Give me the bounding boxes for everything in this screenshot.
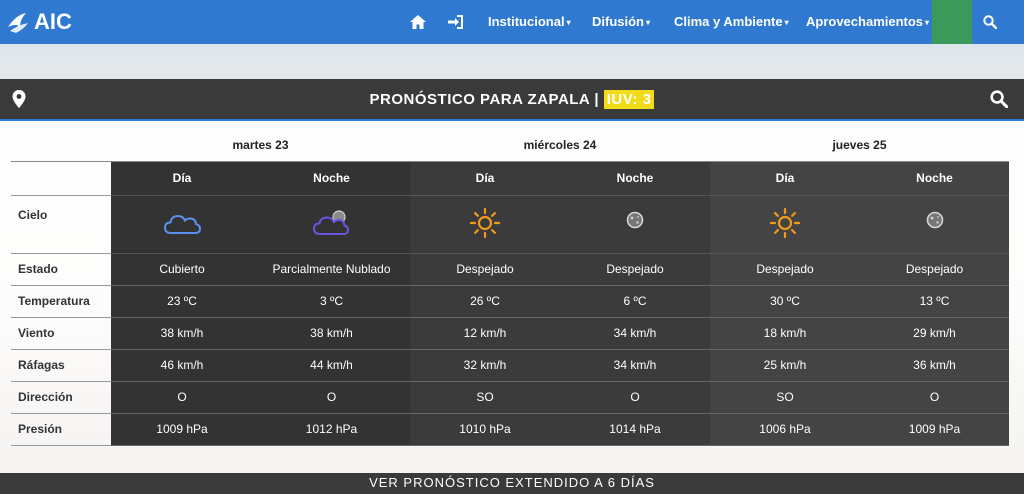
temperatura-cell: 6 ºC (560, 285, 710, 318)
temperatura-cell: 13 ºC (860, 285, 1009, 318)
direccion-cell: O (111, 381, 253, 414)
period-header: Día (111, 161, 253, 196)
viento-cell: 29 km/h (860, 317, 1009, 350)
viento-cell: 12 km/h (410, 317, 560, 350)
presion-cell: 1009 hPa (860, 413, 1009, 446)
temperatura-cell: 3 ºC (253, 285, 410, 318)
row-label-viento: Viento (11, 317, 111, 350)
forecast-table: martes 23 miércoles 24 jueves 25 Día Noc… (11, 129, 1009, 446)
row-label-temperatura: Temperatura (11, 285, 111, 318)
period-header: Día (710, 161, 860, 196)
viento-cell: 18 km/h (710, 317, 860, 350)
presion-cell: 1010 hPa (410, 413, 560, 446)
chevron-down-icon: ▾ (646, 18, 651, 27)
rafagas-cell: 32 km/h (410, 349, 560, 382)
direccion-cell: O (560, 381, 710, 414)
rafagas-cell: 34 km/h (560, 349, 710, 382)
uv-index-badge: IUV: 3 (603, 90, 655, 109)
temperatura-cell: 23 ºC (111, 285, 253, 318)
row-label-rafagas: Ráfagas (11, 349, 111, 382)
top-navbar: AIC Institucional ▾ Difusión ▾ Clima y Amb… (0, 0, 1024, 44)
row-label-presion: Presión (11, 413, 111, 446)
sky-cell (410, 195, 560, 254)
clear-night-icon (926, 211, 943, 228)
sky-cell (860, 195, 1009, 254)
row-label-estado: Estado (11, 253, 111, 286)
period-header: Noche (860, 161, 1009, 196)
estado-cell: Despejado (710, 253, 860, 286)
rafagas-cell: 36 km/h (860, 349, 1009, 382)
search-icon[interactable] (980, 12, 1000, 32)
home-icon[interactable] (408, 12, 428, 32)
direccion-cell: SO (410, 381, 560, 414)
estado-cell: Despejado (860, 253, 1009, 286)
forecast-title-text: PRONÓSTICO PARA ZAPALA | (369, 91, 600, 108)
partly-cloudy-night-icon (312, 209, 349, 235)
direccion-cell: SO (710, 381, 860, 414)
forecast-header: PRONÓSTICO PARA ZAPALA | IUV: 3 (0, 79, 1024, 121)
presion-cell: 1006 hPa (710, 413, 860, 446)
chevron-down-icon: ▾ (566, 18, 571, 27)
extended-forecast-link[interactable]: VER PRONÓSTICO EXTENDIDO A 6 DÍAS (0, 473, 1024, 494)
row-label-cielo: Cielo (11, 195, 111, 254)
estado-cell: Despejado (410, 253, 560, 286)
rafagas-cell: 46 km/h (111, 349, 253, 382)
estado-cell: Parcialmente Nublado (253, 253, 410, 286)
nav-institucional[interactable]: Institucional ▾ (488, 0, 571, 44)
nav-clima-ambiente[interactable]: Clima y Ambiente ▾ (674, 0, 789, 44)
nav-difusion[interactable]: Difusión ▾ (592, 0, 650, 44)
period-header: Día (410, 161, 560, 196)
sky-cell (111, 195, 253, 254)
chevron-down-icon: ▾ (925, 18, 930, 27)
period-header: Noche (560, 161, 710, 196)
day-header: martes 23 (111, 129, 410, 162)
sun-icon (469, 207, 501, 238)
day-header: jueves 25 (710, 129, 1009, 162)
estado-cell: Despejado (560, 253, 710, 286)
direccion-cell: O (253, 381, 410, 414)
nav-accent-button[interactable] (932, 0, 972, 44)
presion-cell: 1014 hPa (560, 413, 710, 446)
sky-cell (710, 195, 860, 254)
cloudy-icon (163, 214, 202, 234)
presion-cell: 1012 hPa (253, 413, 410, 446)
forecast-body: martes 23 miércoles 24 jueves 25 Día Noc… (0, 121, 1024, 473)
viento-cell: 38 km/h (253, 317, 410, 350)
login-icon[interactable] (446, 12, 466, 32)
sky-cell (560, 195, 710, 254)
rafagas-cell: 25 km/h (710, 349, 860, 382)
temperatura-cell: 30 ºC (710, 285, 860, 318)
empty-label (11, 161, 111, 196)
sky-cell (253, 195, 410, 254)
sun-icon (769, 207, 801, 238)
clear-night-icon (626, 211, 644, 228)
viento-cell: 34 km/h (560, 317, 710, 350)
forecast-panel: PRONÓSTICO PARA ZAPALA | IUV: 3 martes 2… (0, 79, 1024, 494)
aic-logo[interactable]: AIC (6, 6, 72, 38)
direccion-cell: O (860, 381, 1009, 414)
nav-aprovechamientos[interactable]: Aprovechamientos ▾ (806, 0, 929, 44)
presion-cell: 1009 hPa (111, 413, 253, 446)
period-header: Noche (253, 161, 410, 196)
day-header: miércoles 24 (410, 129, 710, 162)
forecast-title: PRONÓSTICO PARA ZAPALA | IUV: 3 (0, 79, 1024, 121)
chevron-down-icon: ▾ (784, 18, 789, 27)
rafagas-cell: 44 km/h (253, 349, 410, 382)
viento-cell: 38 km/h (111, 317, 253, 350)
empty-header (11, 129, 111, 162)
bird-logo-icon (8, 13, 28, 33)
estado-cell: Cubierto (111, 253, 253, 286)
logo-text: AIC (34, 9, 72, 34)
search-icon[interactable] (990, 90, 1009, 111)
temperatura-cell: 26 ºC (410, 285, 560, 318)
row-label-direccion: Dirección (11, 381, 111, 414)
